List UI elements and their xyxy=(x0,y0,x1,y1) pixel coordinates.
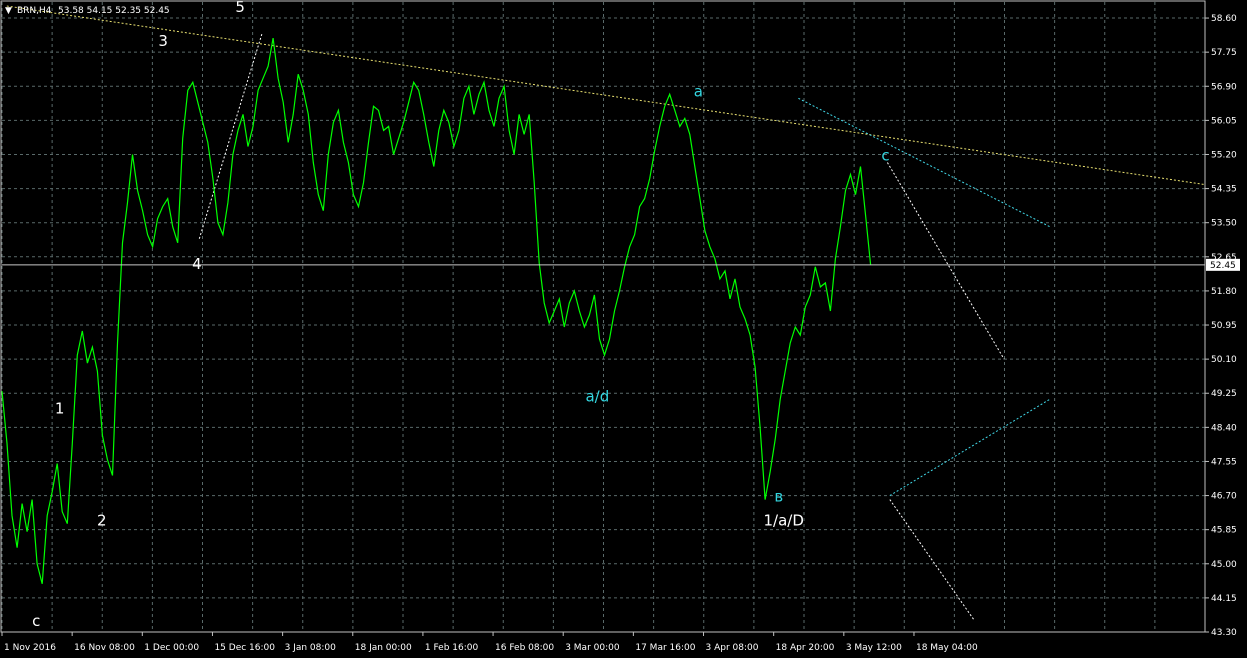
x-tick-label: 18 Jan 00:00 xyxy=(355,643,412,653)
x-tick-label: 1 Feb 16:00 xyxy=(425,643,479,653)
y-tick-label: 53.50 xyxy=(1211,219,1237,229)
symbol-label: BRN,H4 xyxy=(17,6,52,16)
y-tick-label: 48.40 xyxy=(1211,423,1237,433)
y-tick-label: 50.10 xyxy=(1211,355,1237,365)
y-tick-label: 46.70 xyxy=(1211,492,1237,502)
x-tick-label: 1 Dec 00:00 xyxy=(144,643,199,653)
wave-label: 3 xyxy=(158,32,168,50)
y-tick-label: 45.00 xyxy=(1211,560,1237,570)
wave-label: 2 xyxy=(97,512,107,530)
x-tick-label: 1 Nov 2016 xyxy=(4,643,56,653)
x-tick-label: 18 May 04:00 xyxy=(916,643,978,653)
wave-label: c xyxy=(32,612,40,630)
wave-label: a xyxy=(694,82,703,100)
wave-label: 4 xyxy=(192,255,202,273)
y-tick-label: 50.95 xyxy=(1211,321,1237,331)
menu-arrow-icon[interactable]: ▼ xyxy=(5,6,12,16)
y-tick-label: 54.35 xyxy=(1211,185,1237,195)
wave-label: в xyxy=(774,488,783,506)
wave-label: 1/a/D xyxy=(763,512,803,530)
current-price-tag: 52.45 xyxy=(1206,258,1240,271)
x-tick-label: 18 Apr 20:00 xyxy=(776,643,835,653)
y-tick-label: 58.60 xyxy=(1211,14,1237,24)
wave-label: c xyxy=(881,147,889,165)
x-tick-label: 15 Dec 16:00 xyxy=(214,643,275,653)
y-tick-label: 51.80 xyxy=(1211,287,1237,297)
wave-label: 5 xyxy=(235,0,245,16)
x-tick-label: 3 Mar 00:00 xyxy=(565,643,620,653)
y-tick-label: 56.05 xyxy=(1211,116,1237,126)
y-tick-label: 56.90 xyxy=(1211,82,1237,92)
y-tick-label: 44.15 xyxy=(1211,594,1237,604)
wave-label: 1 xyxy=(55,399,65,417)
ohlc-values: 53.58 54.15 52.35 52.45 xyxy=(58,6,170,16)
y-tick-label: 57.75 xyxy=(1211,48,1237,58)
x-tick-label: 17 Mar 16:00 xyxy=(635,643,695,653)
price-chart[interactable]: c 1 2 3 4 5 a a/d c в 1/a/D 58.60 57.75 56.90 56.05 55… xyxy=(0,0,1247,658)
x-tick-label: 16 Feb 08:00 xyxy=(495,643,554,653)
y-tick-label: 55.20 xyxy=(1211,150,1237,160)
wave-label: a/d xyxy=(585,387,609,405)
y-tick-label: 45.85 xyxy=(1211,526,1237,536)
y-tick-label: 43.30 xyxy=(1211,628,1237,638)
chart-header: ▼ BRN,H4 53.58 54.15 52.35 52.45 xyxy=(5,6,170,16)
x-tick-label: 3 Jan 08:00 xyxy=(285,643,337,653)
x-tick-label: 3 May 12:00 xyxy=(846,643,902,653)
y-tick-label: 47.55 xyxy=(1211,457,1237,467)
x-tick-label: 3 Apr 08:00 xyxy=(706,643,759,653)
current-price-label: 52.45 xyxy=(1210,261,1236,271)
x-tick-label: 16 Nov 08:00 xyxy=(74,643,135,653)
y-tick-label: 49.25 xyxy=(1211,389,1237,399)
